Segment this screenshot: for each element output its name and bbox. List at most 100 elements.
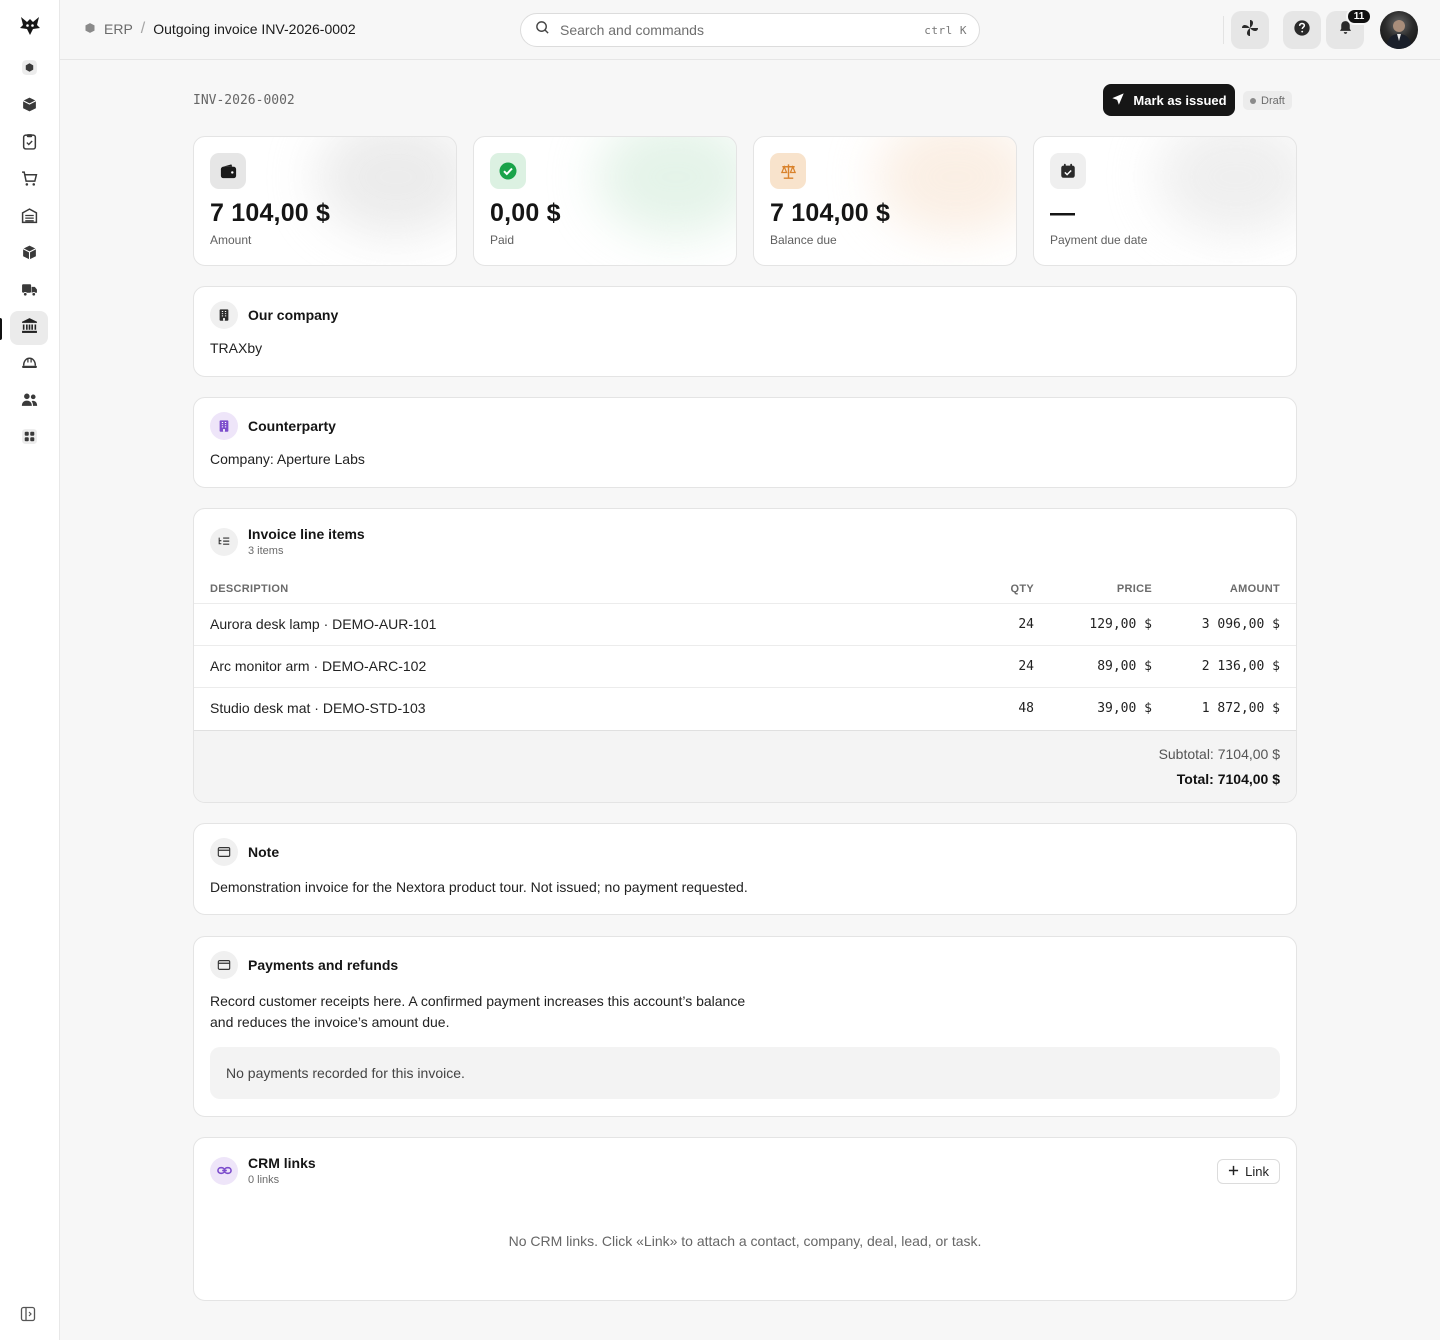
- total: Total: 7104,00 $: [1176, 771, 1280, 787]
- payments-card: Payments and refunds Record customer rec…: [193, 936, 1297, 1117]
- package-icon: [21, 244, 38, 266]
- sidebar-item-apps[interactable]: [10, 422, 48, 456]
- sidebar-item-people[interactable]: [10, 385, 48, 419]
- hard-hat-icon: [21, 354, 38, 376]
- stat-label: Amount: [210, 233, 252, 247]
- crm-links-card: CRM links 0 links Link No CRM links. Cli…: [193, 1137, 1297, 1301]
- card-title: Counterparty: [248, 418, 336, 434]
- warehouse-icon: [21, 207, 38, 229]
- scales-icon: [770, 153, 806, 189]
- item-price: 89,00 $: [1050, 645, 1168, 688]
- sidebar-item-finance[interactable]: [10, 311, 48, 345]
- column-price: PRICE: [1050, 575, 1168, 604]
- status-label: Draft: [1261, 94, 1285, 107]
- sidebar-item-inventory[interactable]: [10, 238, 48, 272]
- link-icon: [210, 1156, 238, 1185]
- building-icon: [210, 301, 238, 329]
- card-payment-icon: [210, 951, 238, 979]
- collapse-sidebar-button[interactable]: [18, 1306, 38, 1326]
- calendar-icon: [1050, 153, 1086, 189]
- our-company-value[interactable]: TRAXby: [210, 340, 262, 356]
- breadcrumb: ERP / Outgoing invoice INV-2026-0002: [84, 20, 356, 38]
- search-bar[interactable]: Search and commands ctrl K: [520, 13, 980, 47]
- sidebar-item-warehouse[interactable]: [10, 201, 48, 235]
- stat-label: Paid: [490, 233, 515, 247]
- counterparty-card: Counterparty Company: Aperture Labs: [193, 397, 1297, 488]
- item-price: 39,00 $: [1097, 700, 1152, 716]
- status-badge: Draft: [1243, 91, 1292, 110]
- payments-description-line: and reduces the invoice’s amount due.: [210, 1014, 450, 1030]
- breadcrumb-separator: /: [140, 20, 146, 37]
- item-qty: 24: [930, 603, 1050, 646]
- sidebar-item-dashboard[interactable]: [10, 53, 48, 87]
- page-title: Outgoing invoice INV-2026-0002: [153, 21, 356, 37]
- links-count: 0 links: [248, 1174, 280, 1186]
- card-title: Note: [248, 844, 280, 860]
- stat-card-amount: 7 104,00 $ Amount: [193, 136, 457, 266]
- search-placeholder: Search and commands: [560, 22, 704, 38]
- stat-label: Balance due: [770, 233, 837, 247]
- user-avatar[interactable]: [1380, 11, 1418, 49]
- top-header: ERP / Outgoing invoice INV-2026-0002 Sea…: [60, 0, 1440, 60]
- app-logo-icon[interactable]: [18, 14, 42, 38]
- help-button[interactable]: [1283, 11, 1321, 49]
- search-icon: [535, 20, 550, 40]
- counterparty-value[interactable]: Company: Aperture Labs: [210, 451, 365, 467]
- sidebar-item-orders[interactable]: [10, 127, 48, 161]
- item-amount: 2 136,00 $: [1168, 645, 1296, 688]
- ai-assistant-button[interactable]: [1231, 11, 1269, 49]
- add-link-button[interactable]: Link: [1217, 1159, 1280, 1184]
- item-description: Aurora desk lamp · DEMO-AUR-101: [194, 603, 930, 646]
- item-qty: 48: [1018, 700, 1034, 716]
- notifications-button[interactable]: 11: [1326, 8, 1372, 49]
- truck-icon: [21, 281, 38, 303]
- item-amount: 1 872,00 $: [1201, 700, 1280, 716]
- stat-value: —: [1050, 199, 1076, 227]
- box-icon: [21, 96, 38, 118]
- column-description: DESCRIPTION: [194, 575, 930, 604]
- note-card: Note Demonstration invoice for the Nexto…: [193, 823, 1297, 915]
- mark-as-issued-button[interactable]: Mark as issued: [1103, 84, 1235, 116]
- payments-empty-state: No payments recorded for this invoice.: [210, 1047, 1280, 1099]
- payments-description-line: Record customer receipts here. A confirm…: [210, 993, 746, 1009]
- table-row[interactable]: Aurora desk lamp · DEMO-AUR-101 24 129,0…: [194, 603, 1296, 646]
- sidebar-item-sales[interactable]: [10, 164, 48, 198]
- notification-count-badge: 11: [1346, 8, 1372, 25]
- table-header-row: DESCRIPTION QTY PRICE AMOUNT: [194, 575, 1296, 604]
- active-indicator: [0, 318, 2, 340]
- item-qty: 24: [930, 645, 1050, 688]
- card-title: Invoice line items: [248, 526, 365, 542]
- stat-label: Payment due date: [1050, 233, 1148, 247]
- stat-value: 7 104,00 $: [210, 199, 331, 227]
- items-count: 3 items: [248, 545, 284, 557]
- totals-section: Subtotal: 7104,00 $ Total: 7104,00 $: [194, 730, 1296, 802]
- list-icon: [210, 527, 238, 556]
- plus-icon: [1228, 1164, 1239, 1179]
- card-title: Payments and refunds: [248, 957, 399, 973]
- sidebar-item-production[interactable]: [10, 348, 48, 382]
- stat-card-balance-due: 7 104,00 $ Balance due: [753, 136, 1017, 266]
- item-description: Arc monitor arm · DEMO-ARC-102: [194, 645, 930, 688]
- status-dot: [1250, 97, 1256, 104]
- invoice-line-items-card: Invoice line items 3 items DESCRIPTION Q…: [193, 508, 1297, 803]
- stat-value: 0,00 $: [490, 199, 561, 227]
- sidebar-item-products[interactable]: [10, 90, 48, 124]
- crm-empty-state: No CRM links. Click «Link» to attach a c…: [508, 1233, 982, 1249]
- cube-icon: [21, 59, 38, 81]
- breadcrumb-root[interactable]: ERP: [104, 21, 133, 37]
- help-icon: [1293, 19, 1311, 42]
- table-row[interactable]: Arc monitor arm · DEMO-ARC-102 24 89,00 …: [194, 645, 1296, 688]
- item-amount: 3 096,00 $: [1168, 603, 1296, 646]
- cart-icon: [21, 170, 38, 192]
- header-divider: [1223, 16, 1224, 44]
- table-row[interactable]: Studio desk mat · DEMO-STD-103 48 39,00 …: [194, 687, 1296, 729]
- sidebar-toggle-icon: [20, 1306, 36, 1327]
- note-icon: [210, 838, 238, 866]
- line-items-table: DESCRIPTION QTY PRICE AMOUNT Aurora desk…: [194, 575, 1296, 729]
- sidebar: [0, 0, 60, 1340]
- sidebar-item-logistics[interactable]: [10, 275, 48, 309]
- subtotal: Subtotal: 7104,00 $: [1158, 746, 1280, 762]
- our-company-card: Our company TRAXby: [193, 286, 1297, 377]
- card-title: CRM links: [248, 1155, 316, 1171]
- pinwheel-icon: [1240, 18, 1260, 43]
